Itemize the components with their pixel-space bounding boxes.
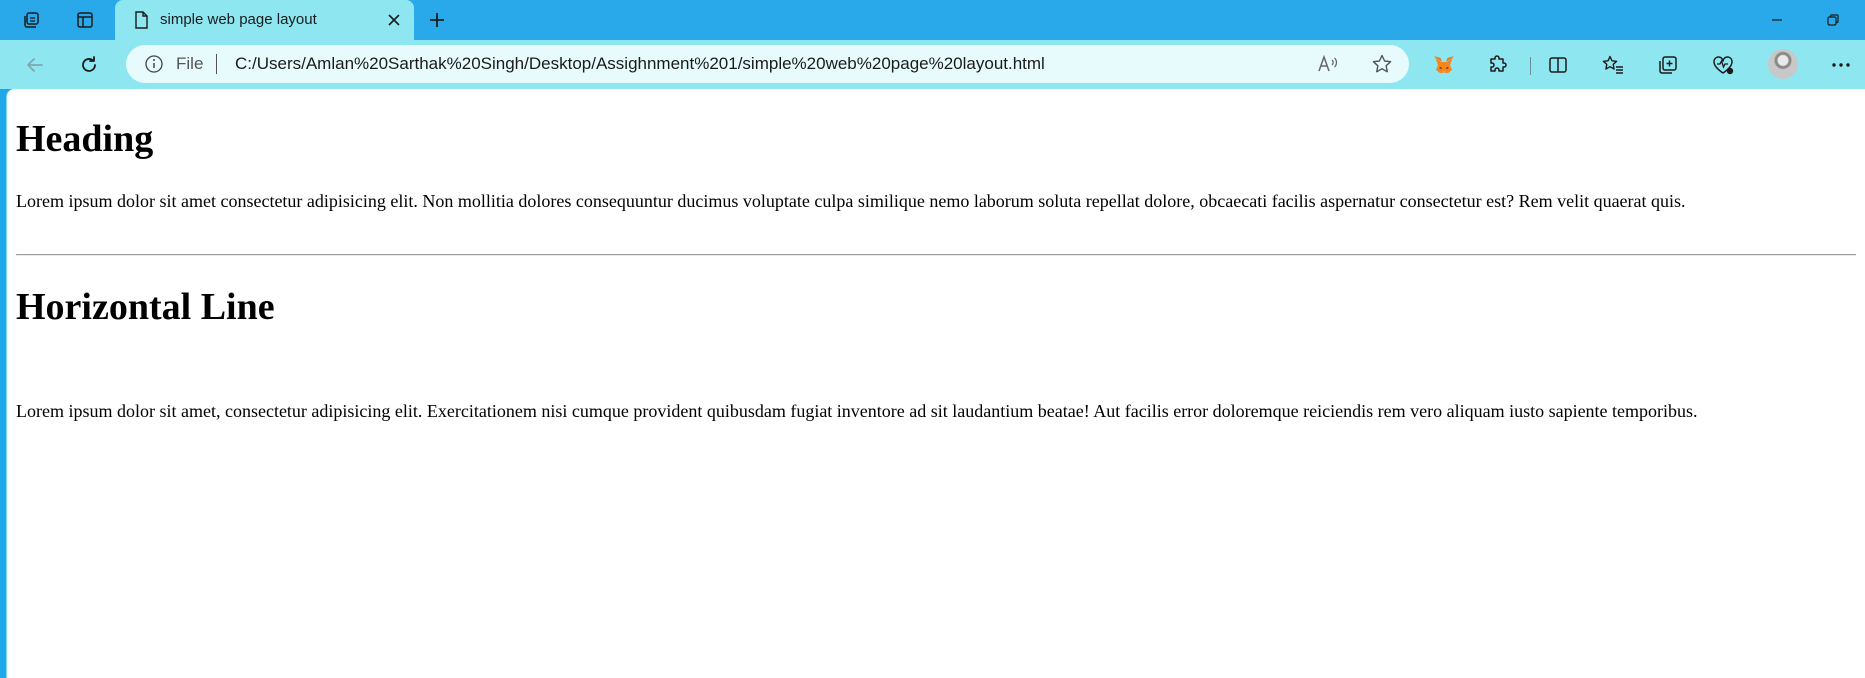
star-icon[interactable] (1370, 53, 1394, 75)
page-icon (131, 10, 151, 30)
info-icon[interactable] (144, 54, 164, 74)
read-aloud-icon[interactable] (1316, 53, 1340, 75)
scheme-label: File (176, 54, 204, 73)
new-tab-button[interactable] (422, 6, 452, 34)
tab-simple-web-page-layout[interactable]: simple web page layout (115, 0, 414, 40)
browser-essentials-icon[interactable] (1707, 50, 1739, 80)
address-bar[interactable]: File C:/Users/Amlan%20Sarthak%20Singh/De… (126, 45, 1409, 83)
workspaces-icon[interactable] (17, 6, 47, 34)
plus-icon (430, 13, 444, 27)
tab-actions-icon[interactable] (70, 6, 100, 34)
favorites-icon[interactable] (1597, 50, 1629, 80)
refresh-icon[interactable] (73, 50, 105, 80)
collections-icon[interactable] (1652, 50, 1684, 80)
section-heading: Horizontal Line (16, 286, 275, 328)
horizontal-rule (16, 254, 1856, 256)
split-screen-icon[interactable] (1542, 50, 1574, 80)
avatar[interactable] (1768, 49, 1798, 79)
page-viewport: Heading Lorem ipsum dolor sit amet conse… (6, 89, 1865, 678)
close-icon[interactable] (384, 10, 404, 30)
paragraph-2: Lorem ipsum dolor sit amet, consectetur … (16, 401, 1698, 421)
toolbar-divider (1530, 57, 1531, 75)
divider (216, 54, 217, 74)
tab-title: simple web page layout (160, 11, 317, 28)
back-arrow-icon[interactable] (19, 50, 51, 80)
url-text[interactable]: C:/Users/Amlan%20Sarthak%20Singh/Desktop… (235, 54, 1045, 74)
tab-strip: simple web page layout (0, 0, 1865, 40)
paragraph-1: Lorem ipsum dolor sit amet consectetur a… (16, 191, 1686, 211)
more-icon[interactable] (1825, 50, 1857, 80)
puzzle-extensions-icon[interactable] (1482, 50, 1514, 80)
restore-icon[interactable] (1818, 6, 1848, 34)
toolbar: File C:/Users/Amlan%20Sarthak%20Singh/De… (0, 40, 1865, 89)
metamask-fox-icon[interactable] (1428, 50, 1460, 80)
page-heading: Heading (16, 118, 154, 160)
minimize-icon[interactable] (1762, 6, 1792, 34)
